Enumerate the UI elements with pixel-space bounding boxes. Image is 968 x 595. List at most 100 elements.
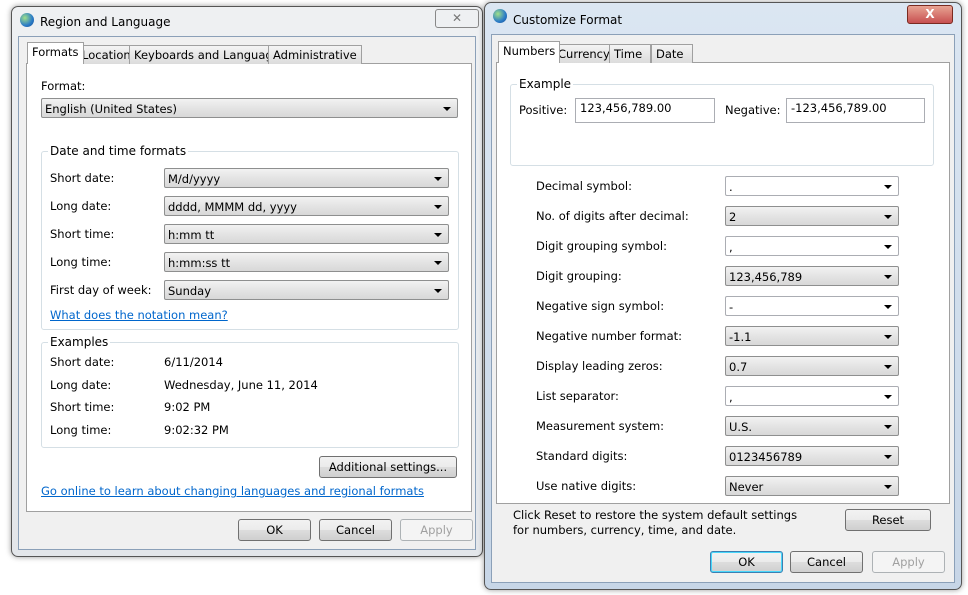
window-title: Region and Language	[40, 15, 171, 29]
field-combo[interactable]: h:mm:ss tt	[164, 252, 449, 272]
setting-label: Negative number format:	[536, 329, 683, 343]
setting-combo[interactable]: 0123456789	[725, 446, 899, 466]
field-combo[interactable]: h:mm tt	[164, 224, 449, 244]
setting-label: Standard digits:	[536, 449, 628, 463]
setting-label: Decimal symbol:	[536, 179, 632, 193]
close-button[interactable]: X	[907, 5, 953, 24]
setting-label: Use native digits:	[536, 479, 637, 493]
setting-combo[interactable]: 2	[725, 206, 899, 226]
setting-value: Never	[729, 480, 764, 494]
field-value: M/d/yyyy	[168, 172, 221, 186]
tab-administrative[interactable]: Administrative	[268, 45, 362, 64]
setting-combo[interactable]: ,	[725, 236, 899, 256]
tab-location[interactable]: Location	[77, 45, 136, 64]
cancel-button[interactable]: Cancel	[319, 519, 392, 541]
field-value: h:mm tt	[168, 228, 215, 242]
chevron-down-icon	[884, 485, 892, 489]
chevron-down-icon	[434, 289, 442, 293]
notation-link[interactable]: What does the notation mean?	[50, 308, 228, 322]
negative-label: Negative:	[725, 103, 781, 117]
setting-combo[interactable]: Never	[725, 476, 899, 496]
setting-value: 0123456789	[729, 450, 803, 464]
example-value: 9:02:32 PM	[164, 422, 229, 437]
apply-button[interactable]: Apply	[400, 519, 473, 541]
setting-label: Negative sign symbol:	[536, 299, 665, 313]
example-value: 9:02 PM	[164, 400, 211, 414]
setting-value: -	[729, 300, 734, 314]
chevron-down-icon	[884, 275, 892, 279]
field-combo[interactable]: M/d/yyyy	[164, 168, 449, 188]
example-group: Example	[510, 77, 934, 166]
format-label: Format:	[41, 79, 86, 93]
chevron-down-icon	[884, 335, 892, 339]
field-label: Short time:	[50, 227, 115, 241]
chevron-down-icon	[434, 177, 442, 181]
setting-label: Display leading zeros:	[536, 359, 663, 373]
tab-date[interactable]: Date	[651, 44, 693, 63]
positive-example: 123,456,789.00	[575, 98, 715, 123]
chevron-down-icon	[884, 425, 892, 429]
group-label: Example	[517, 77, 574, 91]
field-combo[interactable]: dddd, MMMM dd, yyyy	[164, 196, 449, 216]
tab-numbers[interactable]: Numbers	[498, 41, 561, 63]
reset-button[interactable]: Reset	[845, 509, 931, 531]
setting-combo[interactable]: -1.1	[725, 326, 899, 346]
field-value: h:mm:ss tt	[168, 256, 231, 270]
field-label: Long time:	[50, 255, 112, 269]
online-help-link[interactable]: Go online to learn about changing langua…	[41, 484, 424, 498]
setting-combo[interactable]: 0.7	[725, 356, 899, 376]
setting-label: Digit grouping symbol:	[536, 239, 667, 253]
positive-label: Positive:	[519, 103, 568, 117]
ok-button[interactable]: OK	[238, 519, 311, 541]
chevron-down-icon	[884, 455, 892, 459]
setting-combo[interactable]: 123,456,789	[725, 266, 899, 286]
setting-value: ,	[729, 240, 733, 254]
setting-combo[interactable]: -	[725, 296, 899, 316]
reset-description: Click Reset to restore the system defaul…	[513, 508, 798, 537]
chevron-down-icon	[884, 245, 892, 249]
field-combo[interactable]: Sunday	[164, 280, 449, 300]
example-label: Long time:	[50, 422, 112, 437]
example-value: Wednesday, June 11, 2014	[164, 377, 318, 392]
format-combo[interactable]: English (United States)	[41, 98, 458, 118]
example-label: Short time:	[50, 400, 115, 414]
cancel-button[interactable]: Cancel	[790, 551, 863, 573]
setting-value: 123,456,789	[729, 270, 803, 284]
additional-settings-button[interactable]: Additional settings...	[319, 456, 457, 478]
ok-button[interactable]: OK	[710, 551, 783, 573]
setting-combo[interactable]: .	[725, 176, 899, 196]
tab-time[interactable]: Time	[609, 44, 651, 63]
setting-value: 2	[729, 210, 737, 224]
tab-keyboards-languages[interactable]: Keyboards and Languages	[129, 45, 291, 64]
setting-value: U.S.	[729, 420, 753, 434]
close-button[interactable]: ✕	[435, 9, 479, 28]
chevron-down-icon	[884, 395, 892, 399]
chevron-down-icon	[884, 185, 892, 189]
setting-label: Measurement system:	[536, 419, 665, 433]
apply-button[interactable]: Apply	[872, 551, 945, 573]
field-value: dddd, MMMM dd, yyyy	[168, 200, 297, 214]
chevron-down-icon	[884, 215, 892, 219]
field-label: Long date:	[50, 199, 112, 213]
chevron-down-icon	[884, 305, 892, 309]
tab-formats[interactable]: Formats	[27, 42, 84, 64]
tab-currency[interactable]: Currency	[553, 44, 615, 63]
example-label: Short date:	[50, 355, 115, 369]
setting-value: .	[729, 180, 733, 194]
setting-combo[interactable]: ,	[725, 386, 899, 406]
globe-icon	[493, 9, 507, 23]
setting-combo[interactable]: U.S.	[725, 416, 899, 436]
setting-value: -1.1	[729, 330, 752, 344]
setting-label: No. of digits after decimal:	[536, 209, 689, 223]
format-value: English (United States)	[45, 102, 178, 116]
setting-value: 0.7	[729, 360, 748, 374]
chevron-down-icon	[434, 261, 442, 265]
window-title: Customize Format	[513, 13, 623, 27]
example-value: 6/11/2014	[164, 355, 223, 369]
setting-label: List separator:	[536, 389, 619, 403]
example-label: Long date:	[50, 377, 112, 392]
field-value: Sunday	[168, 284, 212, 298]
field-label: Short date:	[50, 171, 115, 185]
chevron-down-icon	[884, 365, 892, 369]
group-label: Examples	[48, 335, 111, 349]
